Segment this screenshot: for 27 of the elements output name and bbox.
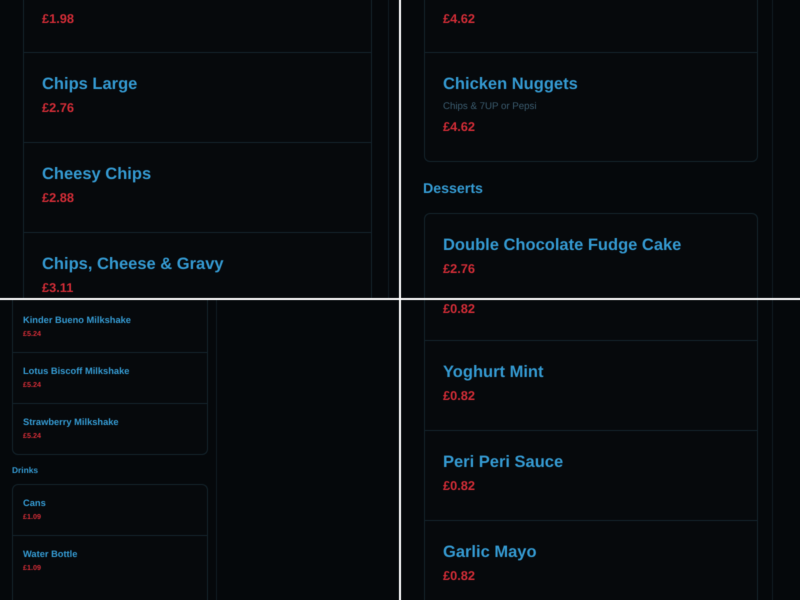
item-price: £2.76 [443, 261, 476, 277]
item-name: Garlic Mayo [443, 542, 538, 563]
item-name: Water Bottle [23, 548, 78, 560]
item-name: Double Chocolate Fudge Cake [443, 235, 682, 256]
item-price: £0.82 [443, 568, 476, 584]
item-name: Lotus Biscoff Milkshake [23, 365, 130, 377]
item-name: Cheesy Chips [42, 164, 152, 185]
item-name: Cans [23, 497, 47, 509]
item-price: £0.82 [443, 301, 476, 317]
item-price: £0.82 [443, 478, 476, 494]
item-name: Chips, Cheese & Gravy [42, 254, 225, 275]
item-price: £4.62 [443, 119, 476, 135]
item-name: Kinder Bueno Milkshake [23, 314, 132, 326]
item-price: £1.98 [42, 11, 76, 27]
item-description: Chips & 7UP or Pepsi [443, 100, 538, 114]
item-name: Chicken Nuggets [443, 74, 579, 95]
item-name: Chips Large [42, 74, 138, 95]
item-name: Yoghurt Mint [443, 362, 544, 383]
item-price: £4.62 [443, 11, 476, 27]
item-price: £2.88 [42, 190, 76, 206]
item-price: £0.82 [443, 388, 476, 404]
section-heading: Desserts [423, 180, 484, 198]
item-price: £2.76 [42, 100, 76, 116]
section-heading: Drinks [12, 465, 40, 475]
item-name: Strawberry Milkshake [23, 416, 120, 428]
item-price: £3.11 [42, 280, 74, 296]
item-name: Peri Peri Sauce [443, 452, 564, 473]
